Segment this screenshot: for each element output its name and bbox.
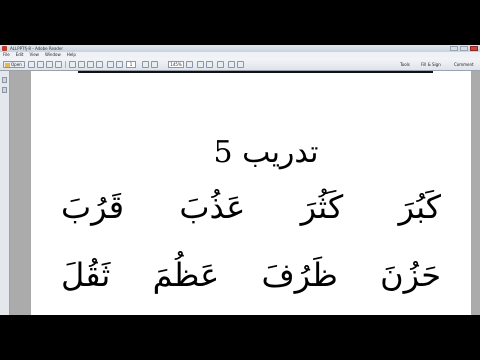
- page-top-rule: [78, 71, 433, 73]
- toolbar-divider: [65, 61, 66, 68]
- previous-page-icon[interactable]: [107, 61, 114, 68]
- toolbar: Open 1 145% Tools Fill & Sign Comment: [0, 58, 480, 71]
- maximize-button[interactable]: [460, 46, 468, 51]
- save-icon[interactable]: [37, 61, 44, 68]
- comment-icon[interactable]: [217, 61, 224, 68]
- navigation-pane: [0, 71, 10, 315]
- pan-icon[interactable]: [142, 61, 149, 68]
- zoom-level-field[interactable]: 145%: [168, 61, 184, 68]
- zoom-out-icon[interactable]: [87, 61, 94, 68]
- exercise-title: تدريب 5: [213, 135, 319, 170]
- zoom-dropdown-icon[interactable]: [186, 61, 193, 68]
- fit-width-icon[interactable]: [206, 61, 213, 68]
- screen: ALLPPTfj-8 - Adobe Reader File Edit View…: [0, 45, 480, 315]
- minimize-button[interactable]: [450, 46, 458, 51]
- pdf-page: تدريب 5 كَبُرَ كَثُرَ عَذُبَ قَرُبَ حَزُ…: [31, 71, 471, 315]
- attachments-icon[interactable]: [2, 87, 7, 93]
- close-button[interactable]: [470, 46, 478, 51]
- adobe-reader-icon: [2, 46, 7, 51]
- email-icon[interactable]: [55, 61, 62, 68]
- hand-tool-icon[interactable]: [78, 61, 85, 68]
- folder-icon: [5, 62, 10, 67]
- word: عَذُبَ: [179, 188, 246, 226]
- fit-page-icon[interactable]: [197, 61, 204, 68]
- print-icon[interactable]: [46, 61, 53, 68]
- word-row-2: حَزُنَ ظَرُفَ عَظُمَ ثَقُلَ: [61, 251, 441, 299]
- page-number-field[interactable]: 1: [126, 61, 136, 68]
- zoom-in-icon[interactable]: [96, 61, 103, 68]
- word: ظَرُفَ: [261, 256, 338, 294]
- word: عَظُمَ: [152, 256, 220, 294]
- create-pdf-icon[interactable]: [28, 61, 35, 68]
- window-titlebar: ALLPPTfj-8 - Adobe Reader: [0, 45, 480, 52]
- page-thumbnails-icon[interactable]: [2, 77, 7, 83]
- comment-link[interactable]: Comment: [454, 61, 474, 68]
- word-row-1: كَبُرَ كَثُرَ عَذُبَ قَرُبَ: [61, 183, 441, 231]
- window-title: ALLPPTfj-8 - Adobe Reader: [10, 46, 64, 51]
- word: قَرُبَ: [61, 188, 125, 226]
- open-button[interactable]: Open: [3, 61, 25, 68]
- word: ثَقُلَ: [61, 256, 111, 294]
- word: كَبُرَ: [398, 188, 441, 226]
- marquee-zoom-icon[interactable]: [151, 61, 158, 68]
- sign-icon[interactable]: [237, 61, 244, 68]
- word: حَزُنَ: [380, 256, 441, 294]
- word: كَثُرَ: [300, 188, 344, 226]
- tools-link[interactable]: Tools: [400, 61, 410, 68]
- fill-sign-link[interactable]: Fill & Sign: [421, 61, 441, 68]
- highlight-icon[interactable]: [228, 61, 235, 68]
- window-controls: [450, 46, 478, 51]
- select-tool-icon[interactable]: [69, 61, 76, 68]
- next-page-icon[interactable]: [116, 61, 123, 68]
